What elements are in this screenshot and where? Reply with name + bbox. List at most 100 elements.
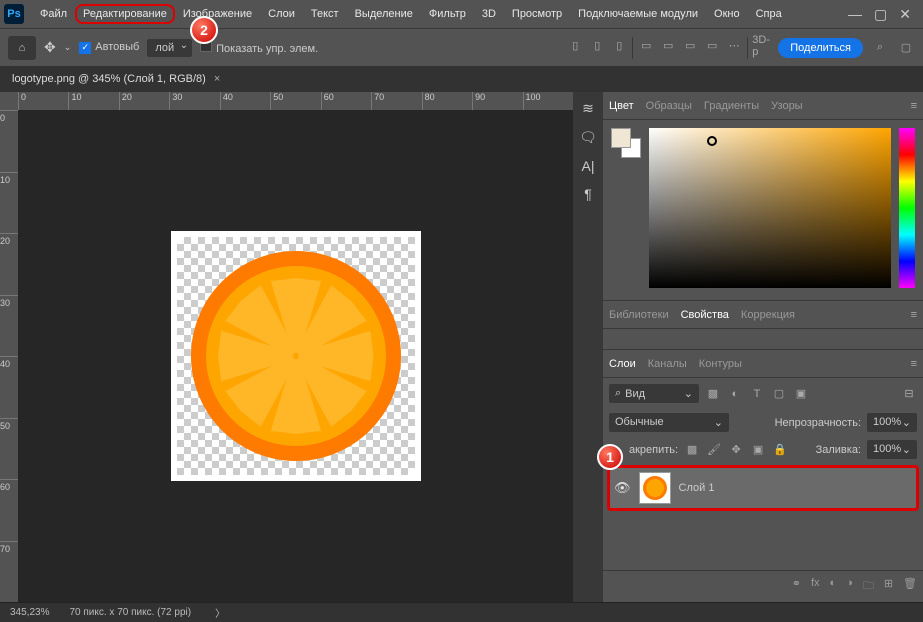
opacity-field[interactable]: 100%⌄ (867, 413, 917, 432)
visibility-icon[interactable]: 👁 (614, 480, 631, 496)
lock-artboard-icon[interactable]: ▣ (750, 442, 766, 458)
tab-correction[interactable]: Коррекция (741, 309, 795, 321)
panel-icon-strip: ≋ 🗨 A| ¶ (573, 92, 603, 602)
filter-adjust-icon[interactable]: ◐ (727, 386, 743, 402)
canvas-area: 0102030405060708090100 010203040506070 (0, 92, 573, 602)
color-panel (603, 120, 923, 300)
new-layer-icon[interactable]: ⊞ (884, 577, 893, 596)
window-close-icon[interactable]: ✕ (899, 6, 911, 23)
auto-select-label: Автовыб (95, 41, 139, 53)
adjustment-icon[interactable]: ◑ (846, 577, 853, 596)
callout-1: 1 (597, 444, 623, 470)
opacity-label: Непрозрачность: (775, 417, 861, 429)
panel-menu-icon[interactable]: ≡ (911, 358, 917, 370)
delete-icon[interactable]: 🗑 (903, 577, 917, 596)
tab-paths[interactable]: Контуры (699, 358, 742, 370)
filter-shape-icon[interactable]: ▢ (771, 386, 787, 402)
align-icon[interactable]: ▯ (610, 37, 628, 55)
panel-icon[interactable]: ¶ (584, 186, 592, 202)
orange-image (191, 251, 401, 461)
workspace-icon[interactable]: ▢ (897, 39, 915, 57)
window-minimize-icon[interactable]: — (848, 6, 862, 23)
lock-label: акрепить: (629, 444, 678, 456)
align-icon[interactable]: ▯ (566, 37, 584, 55)
canvas[interactable] (18, 110, 573, 602)
fg-bg-swatch[interactable] (611, 128, 641, 158)
ruler-vertical: 010203040506070 (0, 110, 18, 602)
menu-view[interactable]: Просмотр (504, 4, 570, 24)
close-tab-icon[interactable]: × (214, 73, 220, 85)
blend-mode-dropdown[interactable]: Обычные⌄ (609, 413, 729, 432)
properties-panel-tabs: Библиотеки Свойства Коррекция ≡ (603, 301, 923, 329)
menu-filter[interactable]: Фильтр (421, 4, 474, 24)
color-panel-tabs: Цвет Образцы Градиенты Узоры ≡ (603, 92, 923, 120)
ps-logo: Ps (4, 4, 24, 24)
layer-row[interactable]: 👁 Слой 1 (607, 465, 919, 511)
options-bar: ⌂ ✥⌄ ✓Автовыб лой Показать упр. элем. ▯ … (0, 28, 923, 66)
right-panels: ≋ 🗨 A| ¶ Цвет Образцы Градиенты Узоры ≡ (573, 92, 923, 602)
share-button[interactable]: Поделиться (778, 38, 863, 58)
tab-gradients[interactable]: Градиенты (704, 100, 759, 112)
menu-plugins[interactable]: Подключаемые модули (570, 4, 706, 24)
panel-icon[interactable]: ≋ (582, 100, 594, 117)
align-icon[interactable]: ▭ (659, 37, 677, 55)
filter-pixel-icon[interactable]: ▩ (705, 386, 721, 402)
lock-pos-icon[interactable]: ✥ (728, 442, 744, 458)
menu-select[interactable]: Выделение (347, 4, 421, 24)
align-icon[interactable]: ▭ (681, 37, 699, 55)
document-tabs: logotype.png @ 345% (Слой 1, RGB/8) × (0, 66, 923, 92)
mask-icon[interactable]: ◐ (830, 577, 837, 596)
layer-thumbnail[interactable] (639, 472, 671, 504)
layer-dropdown[interactable]: лой (147, 39, 192, 57)
3d-label: 3D-р (752, 37, 770, 55)
color-picker[interactable] (649, 128, 891, 288)
lock-pixel-icon[interactable]: 🖌 (706, 442, 722, 458)
home-button[interactable]: ⌂ (8, 36, 36, 60)
align-icon[interactable]: ▭ (637, 37, 655, 55)
align-icon[interactable]: ▭ (703, 37, 721, 55)
more-icon[interactable]: ⋯ (725, 37, 743, 55)
filter-toggle-icon[interactable]: ⊟ (901, 386, 917, 402)
panel-icon[interactable]: A| (582, 158, 595, 174)
group-icon[interactable]: 🗀 (863, 577, 874, 596)
filter-smart-icon[interactable]: ▣ (793, 386, 809, 402)
tab-patterns[interactable]: Узоры (771, 100, 802, 112)
panel-icon[interactable]: 🗨 (579, 129, 597, 146)
menu-3d[interactable]: 3D (474, 4, 504, 24)
status-bar: 345,23% 70 пикс. x 70 пикс. (72 ppi) 〉 (0, 602, 923, 622)
window-maximize-icon[interactable]: ▢ (874, 6, 887, 23)
menu-edit[interactable]: Редактирование (75, 4, 175, 24)
move-tool-icon[interactable]: ✥ (44, 39, 56, 56)
tab-channels[interactable]: Каналы (648, 358, 687, 370)
tab-swatches[interactable]: Образцы (646, 100, 692, 112)
menu-text[interactable]: Текст (303, 4, 347, 24)
link-icon[interactable]: ⚭ (792, 577, 801, 596)
filter-text-icon[interactable]: T (749, 386, 765, 402)
tab-libraries[interactable]: Библиотеки (609, 309, 669, 321)
tab-layers[interactable]: Слои (609, 358, 636, 370)
layers-panel: Слои Каналы Контуры ≡ ⌕Вид⌄ ▩ ◐ T ▢ ▣ ⊟ … (603, 349, 923, 602)
tab-color[interactable]: Цвет (609, 100, 634, 112)
layer-name[interactable]: Слой 1 (679, 482, 715, 494)
menu-window[interactable]: Окно (706, 4, 748, 24)
search-icon[interactable]: ⌕ (871, 39, 889, 57)
layer-filter-dropdown[interactable]: ⌕Вид⌄ (609, 384, 699, 403)
panel-menu-icon[interactable]: ≡ (911, 100, 917, 112)
menu-layers[interactable]: Слои (260, 4, 303, 24)
home-icon: ⌂ (19, 42, 26, 54)
fill-field[interactable]: 100%⌄ (867, 440, 917, 459)
lock-all-icon[interactable]: 🔒 (772, 442, 788, 458)
tab-properties[interactable]: Свойства (681, 309, 729, 321)
zoom-level[interactable]: 345,23% (10, 607, 49, 618)
auto-select-checkbox[interactable]: ✓ (79, 42, 91, 54)
menu-file[interactable]: Файл (32, 4, 75, 24)
lock-trans-icon[interactable]: ▩ (684, 442, 700, 458)
fx-icon[interactable]: fx (811, 577, 820, 596)
fill-label: Заливка: (816, 444, 861, 456)
hue-slider[interactable] (899, 128, 915, 288)
menu-help[interactable]: Спра (748, 4, 790, 24)
panel-menu-icon[interactable]: ≡ (911, 309, 917, 321)
menu-image[interactable]: Изображение (175, 4, 260, 24)
align-icon[interactable]: ▯ (588, 37, 606, 55)
document-tab[interactable]: logotype.png @ 345% (Слой 1, RGB/8) × (0, 69, 232, 89)
